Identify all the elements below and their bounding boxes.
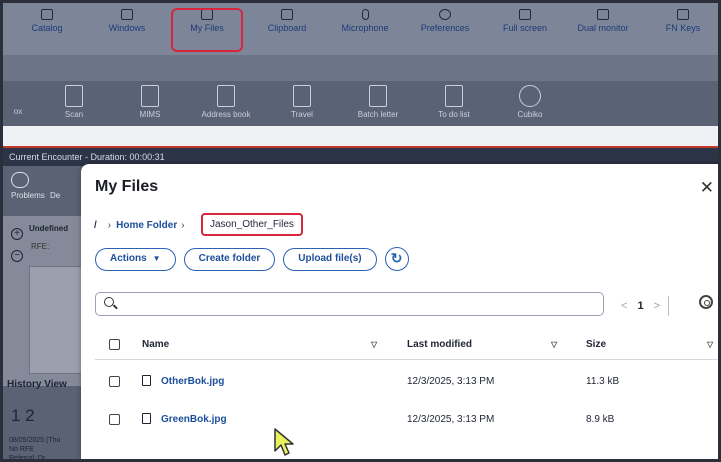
- menu-microphone[interactable]: Microphone: [325, 9, 405, 33]
- close-icon[interactable]: ✕: [700, 178, 714, 198]
- create-folder-button[interactable]: Create folder: [183, 247, 276, 271]
- fullscreen-icon: [519, 9, 531, 20]
- batch-letter-icon: [369, 85, 387, 107]
- file-name-link[interactable]: OtherBok.jpg: [161, 376, 224, 387]
- actions-button[interactable]: Actions ▼: [95, 247, 176, 271]
- history-view-title: History View: [7, 379, 67, 390]
- table-header: Name ▽ Last modified ▽ Size ▽: [95, 330, 718, 360]
- file-icon: [142, 413, 151, 424]
- search-box: [95, 292, 604, 316]
- menu-dual-monitor[interactable]: Dual monitor: [563, 9, 643, 33]
- top-menu-bar: Catalog Windows My Files Clipboard Micro…: [3, 3, 718, 55]
- column-size[interactable]: Size: [586, 339, 606, 350]
- tool-bar: ox Scan MIMS Address book Travel Batch l…: [3, 81, 718, 126]
- file-size: 11.3 kB: [586, 376, 620, 387]
- search-input[interactable]: [122, 296, 592, 312]
- chevron-right-icon: ›: [181, 220, 185, 231]
- mims-icon: [141, 85, 159, 107]
- my-files-dialog: My Files ✕ / › Home Folder › Jason_Other…: [81, 164, 718, 459]
- dual-monitor-icon: [597, 9, 609, 20]
- rfe-label: RFE:: [31, 242, 50, 251]
- breadcrumb-home-folder[interactable]: Home Folder: [116, 220, 177, 231]
- menu-catalog[interactable]: Catalog: [7, 9, 87, 33]
- file-modified: 12/3/2025, 3:13 PM: [407, 414, 495, 425]
- menu-fn-keys[interactable]: FN Keys: [643, 9, 718, 33]
- menu-windows[interactable]: Windows: [87, 9, 167, 33]
- prev-page-button[interactable]: <: [621, 300, 627, 312]
- row-checkbox[interactable]: [109, 376, 120, 387]
- column-last-modified[interactable]: Last modified: [407, 339, 472, 350]
- filter-modified-icon[interactable]: ▽: [551, 340, 557, 349]
- history-pages[interactable]: 1 2: [11, 406, 35, 426]
- filter-size-icon[interactable]: ▽: [707, 340, 713, 349]
- file-size: 8.9 kB: [586, 414, 615, 425]
- breadcrumb: / › Home Folder ›: [94, 220, 190, 231]
- mouse-pointer-icon: [274, 428, 294, 456]
- table-row[interactable]: OtherBok.jpg 12/3/2025, 3:13 PM 11.3 kB: [95, 364, 718, 400]
- table-row[interactable]: GreenBok.jpg 12/3/2025, 3:13 PM 8.9 kB: [95, 402, 718, 438]
- windows-icon: [121, 9, 133, 20]
- menu-band: [3, 55, 718, 81]
- clipboard-icon: [281, 9, 293, 20]
- gear-icon: [439, 9, 451, 20]
- my-files-highlight: [171, 8, 243, 52]
- todo-icon: [445, 85, 463, 107]
- tool-address-book[interactable]: Address book: [191, 85, 261, 119]
- breadcrumb-root[interactable]: /: [94, 220, 97, 231]
- pager-divider: [668, 296, 669, 316]
- tool-mims[interactable]: MIMS: [115, 85, 185, 119]
- left-panel: Problems De + − Undefined RFE: History V…: [3, 166, 83, 459]
- notes-area[interactable]: [29, 266, 83, 374]
- caret-down-icon: ▼: [152, 253, 161, 263]
- file-icon: [142, 375, 151, 386]
- settings-gear-icon[interactable]: [699, 295, 713, 309]
- undefined-label: Undefined: [29, 224, 69, 233]
- current-page: 1: [637, 300, 644, 312]
- pagination: < 1 >: [621, 296, 669, 316]
- tool-scan[interactable]: Scan: [39, 85, 109, 119]
- column-name[interactable]: Name: [142, 339, 169, 350]
- action-buttons: Actions ▼ Create folder Upload file(s) ↻: [95, 247, 409, 271]
- search-icon: [104, 297, 114, 307]
- dialog-title: My Files: [95, 178, 159, 195]
- menu-preferences[interactable]: Preferences: [405, 9, 485, 33]
- expand-icon[interactable]: +: [11, 228, 23, 240]
- app-window: Catalog Windows My Files Clipboard Micro…: [0, 0, 721, 462]
- history-entry[interactable]: 08/05/2025 (Thu No RFE Referral: Dr: [9, 436, 60, 459]
- row-checkbox[interactable]: [109, 414, 120, 425]
- menu-clipboard[interactable]: Clipboard: [247, 9, 327, 33]
- breadcrumb-current-folder: Jason_Other_Files: [201, 213, 303, 236]
- refresh-icon[interactable]: ↻: [384, 247, 409, 271]
- menu-full-screen[interactable]: Full screen: [485, 9, 565, 33]
- catalog-icon: [41, 9, 53, 20]
- keyboard-icon: [677, 9, 689, 20]
- file-name-link[interactable]: GreenBok.jpg: [161, 414, 227, 425]
- microphone-icon: [361, 9, 369, 20]
- tool-batch-letter[interactable]: Batch letter: [343, 85, 413, 119]
- chevron-right-icon: ›: [107, 220, 112, 231]
- tool-travel[interactable]: Travel: [267, 85, 337, 119]
- tool-cubiko[interactable]: Cubiko: [495, 85, 565, 119]
- cubiko-icon: [519, 85, 541, 107]
- problems-tab[interactable]: Problems De: [11, 172, 60, 200]
- airplane-icon: [293, 85, 311, 107]
- tool-todo-list[interactable]: To do list: [419, 85, 489, 119]
- collapse-icon[interactable]: −: [11, 250, 23, 262]
- problems-icon: [11, 172, 29, 188]
- filter-name-icon[interactable]: ▽: [371, 340, 377, 349]
- address-book-icon: [217, 85, 235, 107]
- scan-icon: [65, 85, 83, 107]
- file-modified: 12/3/2025, 3:13 PM: [407, 376, 495, 387]
- upload-files-button[interactable]: Upload file(s): [283, 247, 377, 271]
- select-all-checkbox[interactable]: [109, 339, 120, 350]
- next-page-button[interactable]: >: [654, 300, 660, 312]
